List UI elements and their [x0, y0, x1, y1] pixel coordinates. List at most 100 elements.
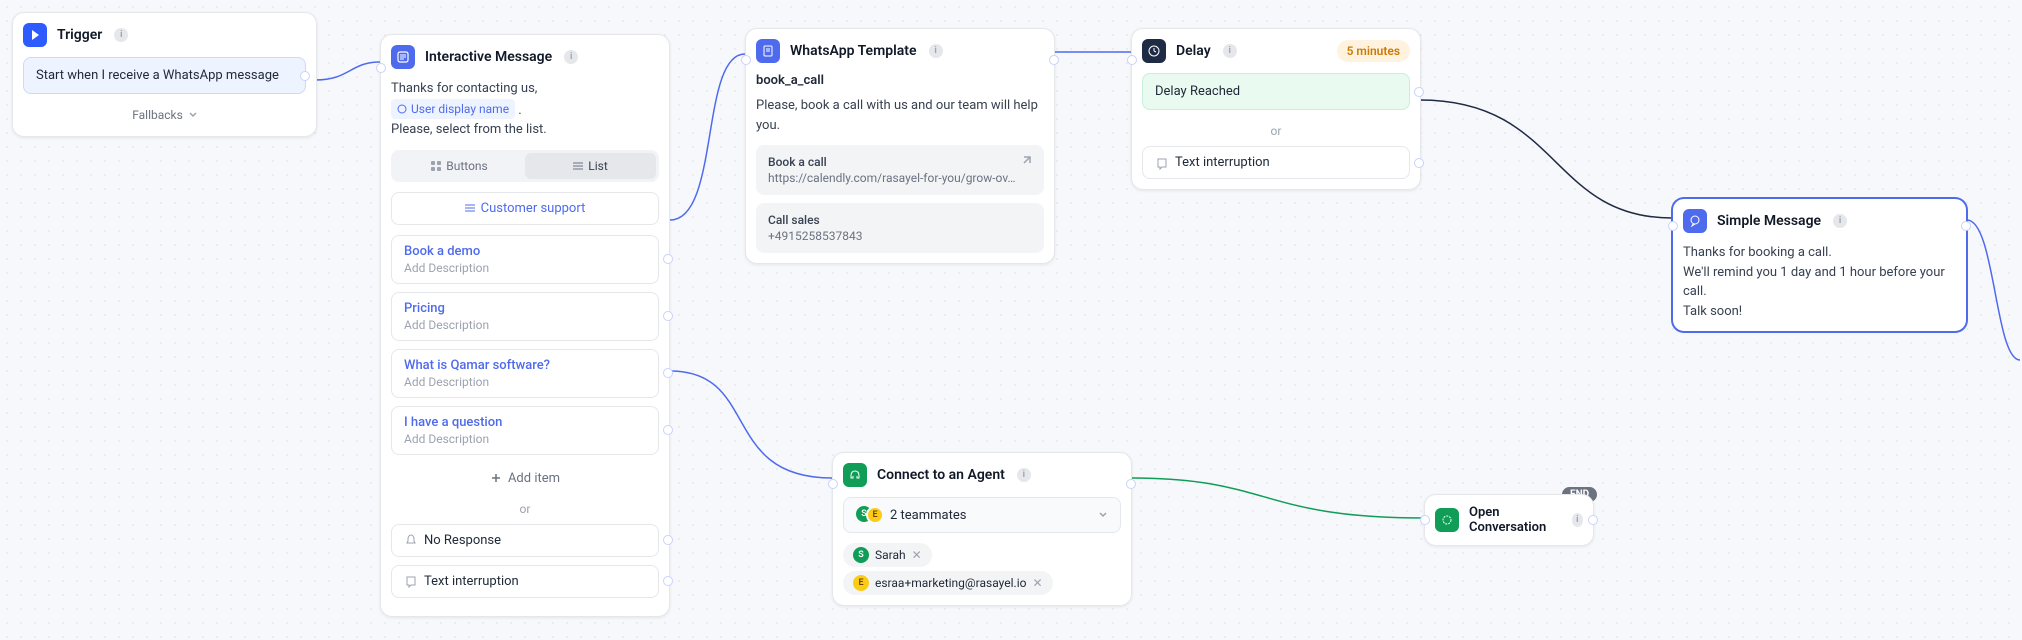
simple-body[interactable]: Thanks for booking a call. We'll remind … [1683, 243, 1956, 321]
port-in[interactable] [828, 479, 838, 489]
port[interactable] [1414, 158, 1424, 168]
bell-off-icon [404, 533, 418, 547]
option-title: Book a demo [404, 244, 646, 259]
interactive-message-card[interactable]: Interactive Message i Thanks for contact… [380, 34, 670, 617]
trigger-header: Trigger i [23, 23, 306, 47]
interactive-title: Interactive Message [425, 49, 552, 65]
info-icon[interactable]: i [1017, 468, 1031, 482]
avatar-stack: S E [856, 506, 884, 524]
info-icon[interactable]: i [564, 50, 578, 64]
teammates-selector[interactable]: S E 2 teammates [843, 497, 1121, 533]
fallbacks-toggle[interactable]: Fallbacks [23, 100, 306, 126]
whatsapp-template-card[interactable]: WhatsApp Template i book_a_call Please, … [745, 28, 1055, 264]
delay-header: Delay i 5 minutes [1142, 39, 1410, 63]
info-icon[interactable]: i [1833, 214, 1847, 228]
list-option[interactable]: Book a demo Add Description [391, 235, 659, 284]
info-icon[interactable]: i [114, 28, 128, 42]
info-icon[interactable]: i [929, 44, 943, 58]
message-icon [1683, 209, 1707, 233]
list-option[interactable]: Pricing Add Description [391, 292, 659, 341]
template-body: Please, book a call with us and our team… [756, 96, 1044, 135]
teammate-chip[interactable]: S Sarah ✕ [843, 543, 932, 567]
port[interactable] [1414, 87, 1424, 97]
list-header-button[interactable]: Customer support [391, 192, 659, 225]
open-conversation-card[interactable]: Open Conversation i [1424, 494, 1594, 546]
delay-card[interactable]: Delay i 5 minutes Delay Reached or Text … [1131, 28, 1421, 190]
template-header: WhatsApp Template i [756, 39, 1044, 63]
chevron-down-icon [1098, 510, 1108, 520]
trigger-card[interactable]: Trigger i Start when I receive a WhatsAp… [12, 12, 317, 137]
interactive-body[interactable]: Thanks for contacting us, User display n… [391, 79, 659, 140]
port[interactable] [663, 535, 673, 545]
grid-icon [431, 161, 441, 171]
external-link-icon [1020, 155, 1032, 171]
play-icon [23, 23, 47, 47]
info-icon[interactable]: i [1223, 44, 1237, 58]
port-in[interactable] [741, 55, 751, 65]
port-in[interactable] [1127, 55, 1137, 65]
tab-list[interactable]: List [525, 153, 656, 179]
delay-badge[interactable]: 5 minutes [1337, 40, 1410, 62]
option-title: What is Qamar software? [404, 358, 646, 373]
info-icon[interactable]: i [1572, 513, 1583, 527]
port-out[interactable] [1961, 221, 1971, 231]
tab-group: Buttons List [391, 150, 659, 182]
port-out[interactable] [1049, 55, 1059, 65]
option-desc[interactable]: Add Description [404, 432, 646, 446]
chat-list-icon [391, 45, 415, 69]
list-icon [573, 161, 583, 171]
trigger-title: Trigger [57, 27, 102, 43]
port[interactable] [663, 368, 673, 378]
text-icon [404, 574, 418, 588]
text-interruption-outcome[interactable]: Text interruption [391, 565, 659, 598]
start-condition[interactable]: Start when I receive a WhatsApp message [23, 57, 306, 94]
simple-title: Simple Message [1717, 213, 1821, 229]
template-title: WhatsApp Template [790, 43, 917, 59]
agent-title: Connect to an Agent [877, 467, 1005, 483]
delay-reached[interactable]: Delay Reached [1142, 73, 1410, 110]
template-action-link[interactable]: Book a call https://calendly.com/rasayel… [756, 145, 1044, 195]
fallbacks-label: Fallbacks [132, 108, 183, 122]
connect-agent-card[interactable]: Connect to an Agent i S E 2 teammates S … [832, 452, 1132, 606]
teammate-chip[interactable]: E esraa+marketing@rasayel.io ✕ [843, 571, 1053, 595]
add-item-button[interactable]: Add item [391, 463, 659, 494]
port-in[interactable] [1420, 515, 1430, 525]
list-option[interactable]: I have a question Add Description [391, 406, 659, 455]
start-condition-text: Start when I receive a WhatsApp message [36, 68, 279, 83]
simple-message-card[interactable]: Simple Message i Thanks for booking a ca… [1672, 198, 1967, 332]
tab-buttons[interactable]: Buttons [394, 153, 525, 179]
delay-text-interruption[interactable]: Text interruption [1142, 146, 1410, 179]
port[interactable] [300, 71, 310, 81]
headset-icon [843, 463, 867, 487]
clock-icon [1142, 39, 1166, 63]
simple-header: Simple Message i [1683, 209, 1956, 233]
open-conversation-icon [1435, 508, 1459, 532]
text-icon [1155, 156, 1169, 170]
agent-header: Connect to an Agent i [843, 463, 1121, 487]
chevron-down-icon [189, 111, 197, 119]
remove-icon[interactable]: ✕ [912, 548, 922, 562]
port-out[interactable] [1588, 515, 1598, 525]
port[interactable] [663, 425, 673, 435]
port[interactable] [663, 254, 673, 264]
template-action-call[interactable]: Call sales +4915258537843 [756, 203, 1044, 253]
port[interactable] [663, 576, 673, 586]
remove-icon[interactable]: ✕ [1032, 576, 1042, 590]
user-icon [397, 104, 407, 114]
list-option[interactable]: What is Qamar software? Add Description [391, 349, 659, 398]
option-desc[interactable]: Add Description [404, 318, 646, 332]
option-desc[interactable]: Add Description [404, 261, 646, 275]
list-icon [465, 203, 475, 213]
open-title: Open Conversation [1469, 505, 1560, 535]
delay-title: Delay [1176, 43, 1211, 59]
port-in[interactable] [1668, 221, 1678, 231]
plus-icon [490, 472, 502, 484]
port-out[interactable] [1126, 479, 1136, 489]
user-token[interactable]: User display name [391, 99, 515, 119]
option-desc[interactable]: Add Description [404, 375, 646, 389]
port-in[interactable] [376, 63, 386, 73]
option-title: I have a question [404, 415, 646, 430]
no-response-outcome[interactable]: No Response [391, 524, 659, 557]
interactive-header: Interactive Message i [391, 45, 659, 69]
port[interactable] [663, 311, 673, 321]
